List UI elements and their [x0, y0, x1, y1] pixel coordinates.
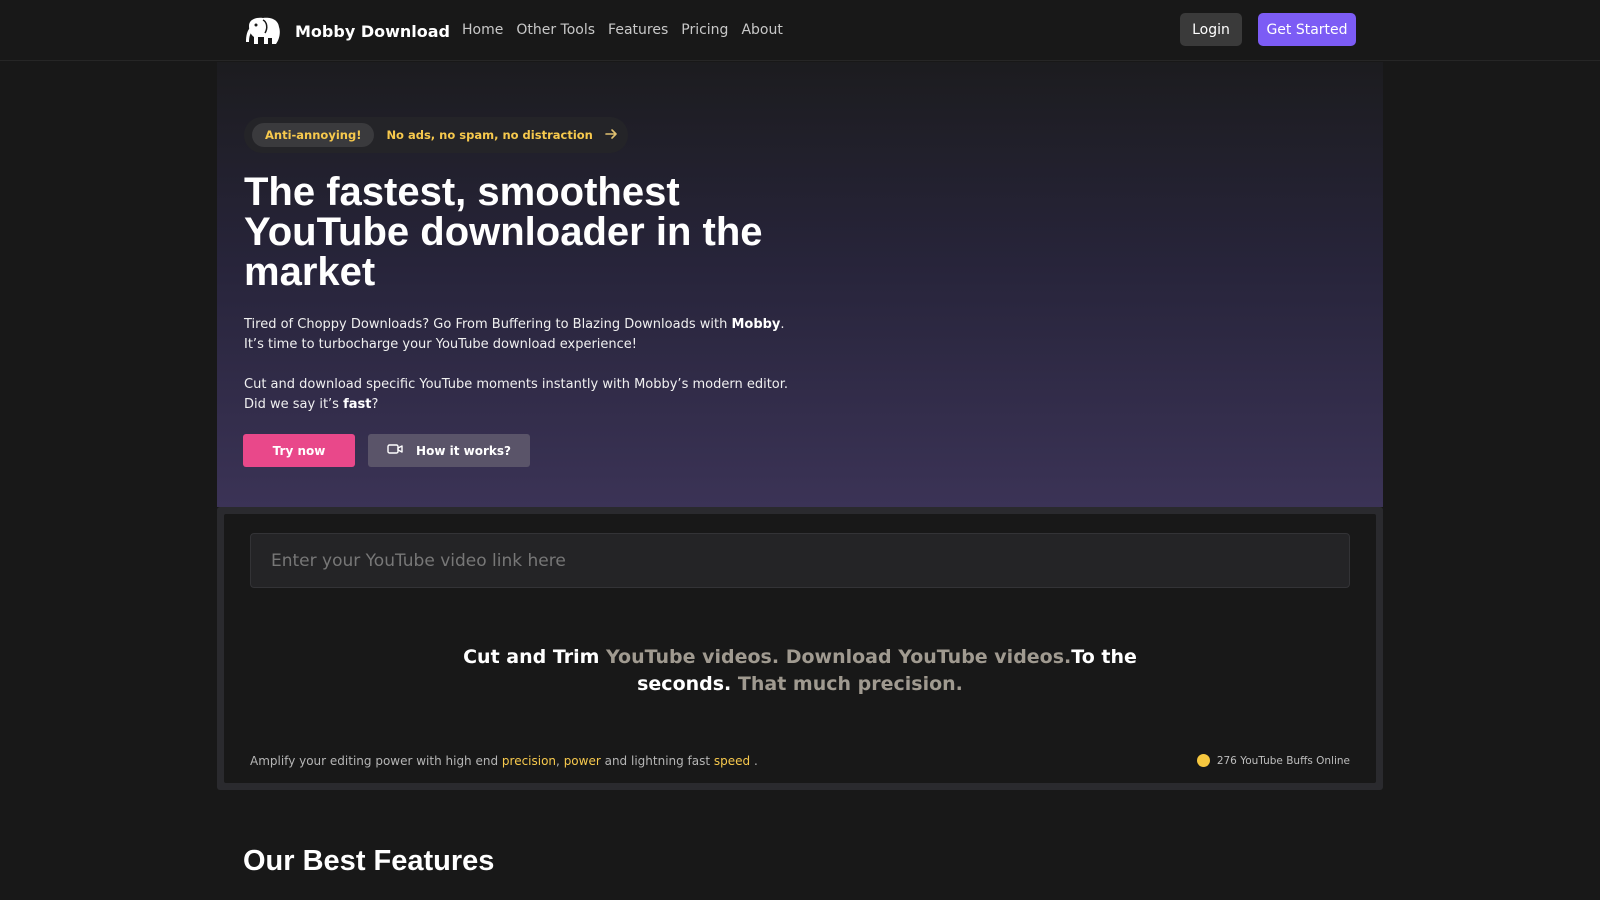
pill-text: No ads, no spam, no distraction [386, 128, 593, 142]
brand-name: Mobby Download [295, 21, 450, 41]
footnote-precision: precision [501, 754, 557, 768]
hero-p2-text-b: ? [371, 397, 379, 412]
downloader-footnote: Amplify your editing power with high end… [250, 754, 758, 768]
downloader-card: Cut and Trim YouTube videos. Download Yo… [217, 507, 1383, 790]
footnote-middle: and lightning fast [600, 754, 714, 768]
arrow-right-icon [605, 128, 618, 143]
hero-paragraph-1: Tired of Choppy Downloads? Go From Buffe… [244, 315, 804, 355]
nav-pricing[interactable]: Pricing [681, 19, 728, 41]
hero-p2-text-a: Cut and download specific YouTube moment… [244, 377, 789, 412]
hero-p1-text-a: Tired of Choppy Downloads? Go From Buffe… [244, 317, 732, 332]
downloader-card-inner: Cut and Trim YouTube videos. Download Yo… [224, 514, 1376, 783]
online-status: 276 YouTube Buffs Online [1196, 754, 1350, 767]
nav-other-tools[interactable]: Other Tools [516, 19, 595, 41]
pill-tag: Anti-annoying! [252, 123, 375, 147]
top-nav: Mobby Download Home Other Tools Features… [0, 0, 1600, 61]
footnote-sep: , [556, 754, 564, 768]
brand-link[interactable]: Mobby Download [243, 14, 450, 48]
nav-features[interactable]: Features [608, 19, 668, 41]
video-camera-icon [387, 443, 403, 458]
nav-about[interactable]: About [741, 19, 782, 41]
downloader-tagline: Cut and Trim YouTube videos. Download Yo… [450, 644, 1150, 698]
tagline-part-2: YouTube videos. Download YouTube videos. [606, 646, 1072, 668]
online-dot-icon [1196, 754, 1210, 767]
nav-home[interactable]: Home [462, 19, 503, 41]
announcement-pill[interactable]: Anti-annoying! No ads, no spam, no distr… [244, 117, 628, 153]
youtube-link-input[interactable] [250, 533, 1350, 588]
hero-p1-bold: Mobby [731, 317, 781, 332]
footnote-suffix: . [750, 754, 758, 768]
hero-section: Anti-annoying! No ads, no spam, no distr… [217, 62, 1383, 507]
try-now-button[interactable]: Try now [243, 434, 355, 467]
elephant-icon [243, 16, 283, 46]
hero-title: The fastest, smoothest YouTube downloade… [244, 170, 763, 294]
how-it-works-button[interactable]: How it works? [368, 434, 530, 467]
get-started-button[interactable]: Get Started [1258, 13, 1356, 46]
how-it-works-label: How it works? [416, 443, 511, 458]
main-nav: Home Other Tools Features Pricing About [462, 19, 783, 41]
hero-p2-bold: fast [343, 397, 372, 412]
footnote-power: power [563, 754, 601, 768]
footnote-speed: speed [713, 754, 751, 768]
hero-paragraph-2: Cut and download specific YouTube moment… [244, 375, 804, 415]
tagline-part-1: Cut and Trim [463, 646, 607, 668]
footnote-prefix: Amplify your editing power with high end [250, 754, 502, 768]
login-button[interactable]: Login [1180, 13, 1242, 46]
features-heading: Our Best Features [243, 845, 495, 877]
online-count: 276 YouTube Buffs Online [1216, 754, 1350, 767]
tagline-part-4: That much precision. [737, 673, 963, 695]
